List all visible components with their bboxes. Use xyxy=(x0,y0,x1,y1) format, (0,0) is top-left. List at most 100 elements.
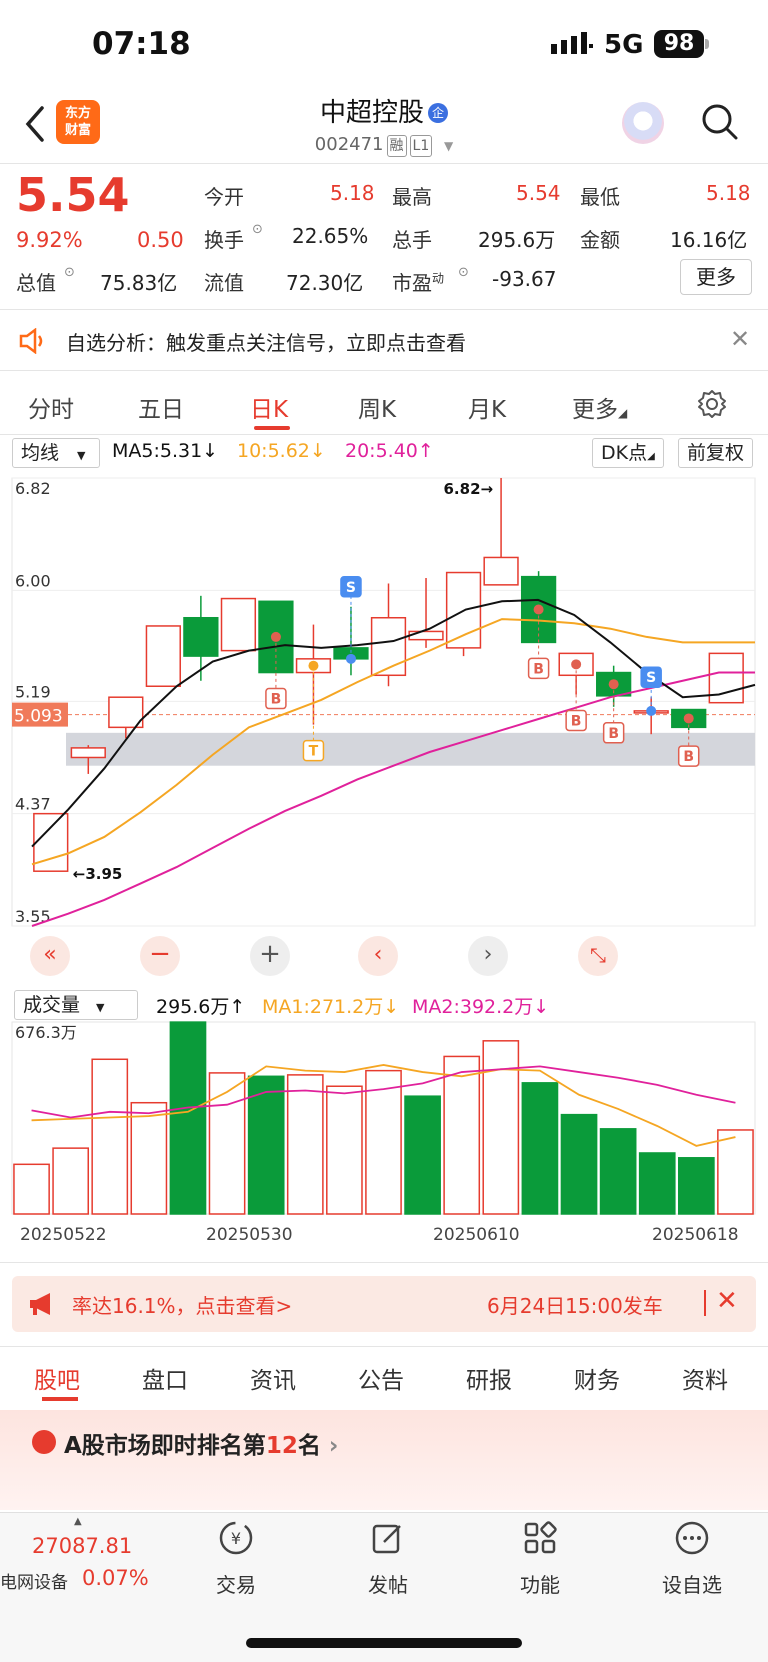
volume-bar xyxy=(443,1055,481,1215)
fullscreen-icon[interactable]: ⤡ xyxy=(578,936,618,976)
more-dots-icon xyxy=(675,1521,709,1555)
signal-dot xyxy=(608,679,619,690)
nav-post-label: 发帖 xyxy=(368,1573,408,1597)
nav-trade[interactable]: ¥ 交易 xyxy=(196,1520,276,1598)
scroll-left-fast-icon[interactable]: « xyxy=(30,936,70,976)
edit-icon xyxy=(372,1524,401,1554)
banner-divider xyxy=(0,1346,768,1347)
tab-monthly-k[interactable]: 月K xyxy=(468,390,506,424)
low-label: 最低 xyxy=(580,185,620,209)
volume-bar xyxy=(286,1074,324,1215)
y-tick-label: 6.82 xyxy=(15,479,51,498)
tab-more-label: 更多 xyxy=(572,397,618,423)
info-icon[interactable]: ⊙ xyxy=(64,265,75,280)
date-label: 20250530 xyxy=(206,1225,293,1245)
candle-body xyxy=(408,630,444,641)
tab-more[interactable]: 更多◢ xyxy=(572,390,627,424)
kline-chart[interactable]: 6.82 6.00 5.19 4.37 3.55 5.093 B T S B B B S B 6.82→ ←3… xyxy=(0,470,768,990)
tab-notice[interactable]: 公告 xyxy=(358,1361,404,1395)
dropdown-icon: ▼ xyxy=(443,139,454,153)
search-icon[interactable] xyxy=(700,102,740,142)
banner-text[interactable]: 率达16.1%，点击查看> xyxy=(72,1290,292,1319)
rank-chart-icon xyxy=(32,1430,56,1454)
alert-text[interactable]: 自选分析：触发重点关注信号，立即点击查看 xyxy=(66,327,466,356)
support-band xyxy=(66,732,755,766)
volume-bar xyxy=(326,1085,363,1215)
indicator-select[interactable]: 均线 ▼ xyxy=(12,438,100,468)
more-button[interactable]: 更多 xyxy=(680,259,752,295)
tab-profile[interactable]: 资料 xyxy=(682,1361,728,1395)
info-icon[interactable]: ⊙ xyxy=(458,265,469,280)
nav-post[interactable]: 发帖 xyxy=(348,1520,428,1598)
volume-bar xyxy=(52,1147,90,1215)
tab-guba[interactable]: 股吧 xyxy=(34,1361,80,1395)
stock-code: 002471 xyxy=(314,134,384,155)
assistant-robot-icon[interactable] xyxy=(622,102,664,144)
trade-icon: ¥ xyxy=(219,1521,253,1555)
status-time: 07:18 xyxy=(92,26,191,62)
zoom-in-icon[interactable]: + xyxy=(250,936,290,976)
home-indicator xyxy=(246,1638,522,1648)
battery-icon: 98 xyxy=(654,30,704,58)
volume-label: 总手 xyxy=(392,228,432,252)
volume-bar xyxy=(365,1069,402,1215)
info-icon[interactable]: ⊙ xyxy=(252,222,263,237)
signal-label: B xyxy=(571,713,582,729)
banner-right-text[interactable]: 6月24日15:00发车 xyxy=(487,1290,663,1319)
nav-functions[interactable]: 功能 xyxy=(500,1520,580,1598)
megaphone-icon xyxy=(30,1293,50,1315)
tab-weekly-k[interactable]: 周K xyxy=(358,390,396,424)
tab-finance[interactable]: 财务 xyxy=(574,1361,620,1395)
tab-pankou[interactable]: 盘口 xyxy=(142,1361,188,1395)
adjust-select[interactable]: 前复权 xyxy=(678,438,754,468)
nav-watchlist[interactable]: 设自选 xyxy=(652,1520,732,1598)
tab-research[interactable]: 研报 xyxy=(466,1361,512,1395)
close-icon[interactable]: ✕ xyxy=(716,1286,738,1316)
volume-ma2: MA2:392.2万↓ xyxy=(412,996,550,1018)
mktcap-value: 75.83亿 xyxy=(100,271,178,295)
candle-body xyxy=(70,747,106,759)
signal-label: B xyxy=(608,726,619,742)
volume-bar xyxy=(638,1152,676,1215)
volume-bar xyxy=(677,1157,715,1215)
volume-bar xyxy=(521,1082,559,1215)
amount-label: 金额 xyxy=(580,228,620,252)
signal-dot xyxy=(345,653,356,664)
high-label: 最高 xyxy=(392,185,432,209)
ma20-legend: 20:5.40↑ xyxy=(345,440,434,462)
pe-value: -93.67 xyxy=(492,267,557,291)
candle-body xyxy=(183,616,219,657)
index-name[interactable]: 电网设备 xyxy=(0,1568,68,1593)
zoom-out-icon[interactable]: − xyxy=(140,936,180,976)
tab-intraday[interactable]: 分时 xyxy=(28,390,74,424)
banner-separator xyxy=(704,1290,706,1316)
quote-divider xyxy=(0,309,768,310)
candle-body xyxy=(483,556,519,586)
dk-point-select[interactable]: DK点◢ xyxy=(592,438,664,468)
speaker-icon xyxy=(19,328,43,354)
open-value: 5.18 xyxy=(330,181,375,205)
gear-icon[interactable] xyxy=(697,389,727,419)
volume-select[interactable]: 成交量 ▼ xyxy=(14,990,138,1020)
close-icon[interactable]: ✕ xyxy=(730,325,750,353)
volume-chart[interactable]: 676.3万 20250522 20250530 20250610 20250618 xyxy=(0,1020,768,1258)
tab-daily-k[interactable]: 日K xyxy=(250,390,288,424)
stock-name: 中超控股 xyxy=(319,98,424,128)
rank-text[interactable]: A股市场即时排名第12名 › xyxy=(64,1426,338,1460)
date-label: 20250522 xyxy=(20,1225,107,1245)
turnover-label: 换手 xyxy=(204,228,244,252)
volume-divider xyxy=(0,1262,768,1263)
scroll-right-icon[interactable]: › xyxy=(468,936,508,976)
pe-sup: 动 xyxy=(432,271,445,286)
index-percent[interactable]: 0.07% xyxy=(82,1566,149,1590)
signal-label: B xyxy=(271,692,282,708)
turnover-value: 22.65% xyxy=(292,224,369,248)
rank-section xyxy=(0,1410,768,1510)
mktcap-label: 总值 xyxy=(16,271,56,295)
y-tick-label: 6.00 xyxy=(15,571,51,590)
index-value[interactable]: 27087.81 xyxy=(32,1534,132,1558)
float-label: 流值 xyxy=(204,271,244,295)
scroll-left-icon[interactable]: ‹ xyxy=(358,936,398,976)
tab-five-day[interactable]: 五日 xyxy=(138,390,184,424)
tab-news[interactable]: 资讯 xyxy=(250,1361,296,1395)
